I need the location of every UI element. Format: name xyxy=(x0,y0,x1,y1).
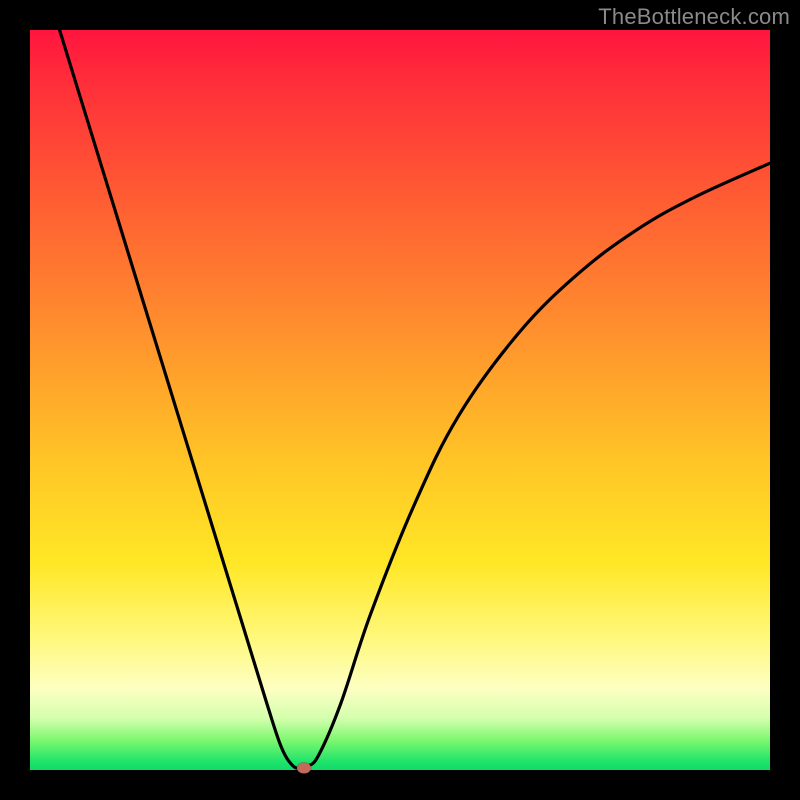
optimum-marker xyxy=(297,762,311,773)
bottleneck-curve xyxy=(30,30,770,770)
chart-frame: TheBottleneck.com xyxy=(0,0,800,800)
plot-area xyxy=(30,30,770,770)
watermark-text: TheBottleneck.com xyxy=(598,4,790,30)
